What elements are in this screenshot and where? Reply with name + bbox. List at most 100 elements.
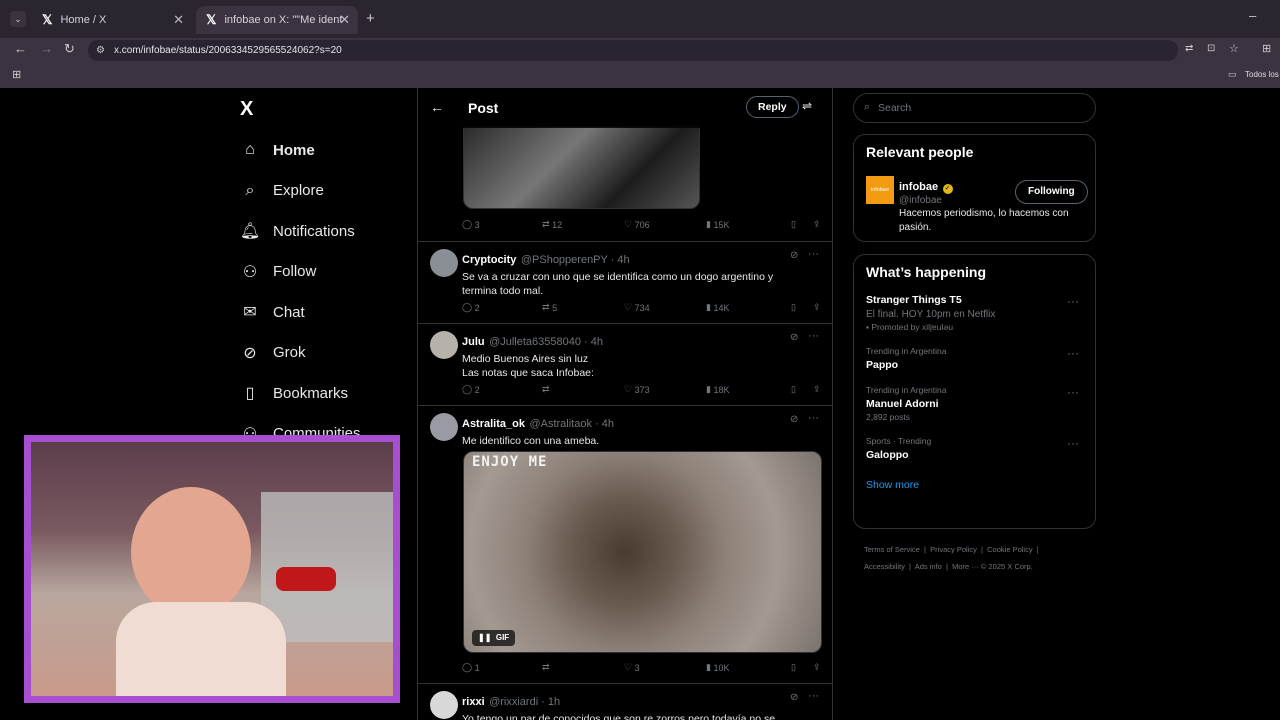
extensions-icon[interactable]: ⊞ <box>1262 42 1271 55</box>
sidebar-item-bookmarks[interactable]: ▯ Bookmarks <box>240 373 410 414</box>
repost-action[interactable]: ⇄ <box>542 662 624 673</box>
author-name[interactable]: Astralita_ok <box>462 418 525 430</box>
trend-item[interactable]: Stranger Things T5 El final. HOY 10pm en… <box>854 294 1095 332</box>
bookmark-icon[interactable]: ▯ <box>791 662 813 673</box>
reply-action[interactable]: ◯ 2 <box>462 384 542 395</box>
share-icon[interactable]: ⇪ <box>813 662 821 673</box>
reload-icon[interactable]: ↻ <box>64 41 75 57</box>
more-icon[interactable]: ··· <box>808 690 819 702</box>
grok-icon[interactable]: ⊘ <box>790 414 798 425</box>
person-name[interactable]: infobae <box>899 181 938 193</box>
avatar[interactable] <box>430 249 458 277</box>
reply-tweet[interactable]: rixxi @rixxiardi · 1h Yo tengo un par de… <box>418 684 832 720</box>
repost-action[interactable]: ⇄ <box>542 384 624 395</box>
more-icon[interactable]: ··· <box>808 412 819 424</box>
infobae-avatar[interactable]: infobae <box>866 176 894 204</box>
back-icon[interactable]: ← <box>14 41 27 56</box>
footer-link[interactable]: Accessibility <box>864 562 905 571</box>
tab-home[interactable]: 𝕏 Home / X ✕ <box>32 6 192 34</box>
author-name[interactable]: Cryptocity <box>462 254 516 266</box>
tab-post[interactable]: 𝕏 infobae on X: ""Me identifico c ✕ <box>196 6 358 34</box>
url-bar[interactable]: ⚙ x.com/infobae/status/20063345295655240… <box>88 40 1178 61</box>
reply-action[interactable]: ◯ 1 <box>462 662 542 673</box>
settings-icon[interactable]: ⇌ <box>802 99 812 113</box>
trend-item[interactable]: Sports · Trending Galoppo ··· <box>854 436 1095 461</box>
show-more-link[interactable]: Show more <box>854 475 1095 495</box>
footer-link[interactable]: Ads info <box>915 562 942 571</box>
trend-item[interactable]: Trending in Argentina Manuel Adorni 2,89… <box>854 385 1095 422</box>
reply-action[interactable]: ◯ 2 <box>462 302 542 313</box>
post-media-image[interactable] <box>463 126 700 209</box>
sidebar-item-home[interactable]: ⌂ Home <box>240 130 410 171</box>
footer-link[interactable]: More ··· <box>952 562 979 571</box>
like-action[interactable]: ♡ 734 <box>624 302 706 313</box>
repost-action[interactable]: ⇄ 5 <box>542 302 624 313</box>
site-info-icon[interactable]: ⚙ <box>96 40 105 61</box>
close-icon[interactable]: ✕ <box>173 12 184 28</box>
bookmark-icon[interactable]: ▯ <box>791 302 813 313</box>
share-icon[interactable]: ⇪ <box>813 384 821 395</box>
sidebar-item-explore[interactable]: ⌕ Explore <box>240 171 410 212</box>
views-action[interactable]: ▮ 18K <box>706 384 791 395</box>
translate-icon[interactable]: ⇄ <box>1185 43 1193 54</box>
person-handle[interactable]: @infobae <box>899 195 953 206</box>
author-name[interactable]: Julu <box>462 336 485 348</box>
sidebar-item-notifications[interactable]: 🔔︎ Notifications <box>240 211 410 252</box>
author-handle[interactable]: @Julleta63558040 · 4h <box>489 336 603 348</box>
gif-badge[interactable]: ❚❚ GIF <box>472 630 516 646</box>
forward-icon[interactable]: → <box>40 41 53 56</box>
star-icon[interactable]: ☆ <box>1229 42 1239 55</box>
grok-icon[interactable]: ⊘ <box>790 332 798 343</box>
grok-icon[interactable]: ⊘ <box>790 692 798 703</box>
bookmark-icon[interactable]: ▯ <box>791 219 813 230</box>
views-action[interactable]: ▮ 14K <box>706 302 791 313</box>
avatar[interactable] <box>430 691 458 719</box>
grok-icon[interactable]: ⊘ <box>790 250 798 261</box>
minimize-button[interactable]: – <box>1249 8 1256 23</box>
search-input[interactable]: ⌕ Search <box>853 93 1096 123</box>
footer-link[interactable]: Privacy Policy <box>930 545 977 554</box>
views-action[interactable]: ▮ 15K <box>706 219 791 230</box>
bookmark-icon[interactable]: ▯ <box>791 384 813 395</box>
reply-button[interactable]: Reply <box>746 96 799 118</box>
apps-icon[interactable]: ⊞ <box>12 68 21 81</box>
gif-media[interactable]: ENJOY ME ❚❚ GIF <box>463 451 822 653</box>
footer-link[interactable]: Terms of Service <box>864 545 920 554</box>
new-tab-button[interactable]: + <box>366 10 375 27</box>
trend-item[interactable]: Trending in Argentina Pappo ··· <box>854 346 1095 371</box>
author-name[interactable]: rixxi <box>462 696 485 708</box>
author-handle[interactable]: @Astralitaok · 4h <box>529 418 614 430</box>
reply-action[interactable]: ◯ 3 <box>462 219 542 230</box>
like-action[interactable]: ♡ 3 <box>624 662 706 673</box>
tab-search-button[interactable]: ⌄ <box>10 11 26 27</box>
avatar[interactable] <box>430 331 458 359</box>
following-button[interactable]: Following <box>1015 180 1088 204</box>
author-handle[interactable]: @PShopperenPY · 4h <box>521 254 630 266</box>
reply-tweet[interactable]: Julu @Julleta63558040 · 4h Medio Buenos … <box>418 324 832 406</box>
more-icon[interactable]: ··· <box>808 248 819 260</box>
sidebar-item-chat[interactable]: ✉ Chat <box>240 292 410 333</box>
more-icon[interactable]: ··· <box>1067 294 1079 308</box>
author-handle[interactable]: @rixxiardi · 1h <box>489 696 560 708</box>
bookmarks-folder[interactable]: Todos los <box>1245 70 1279 79</box>
more-icon[interactable]: ··· <box>1067 385 1079 399</box>
more-icon[interactable]: ··· <box>1067 346 1079 360</box>
avatar[interactable] <box>430 413 458 441</box>
x-logo[interactable]: X <box>240 88 410 130</box>
reply-tweet[interactable]: Cryptocity @PShopperenPY · 4h Se va a cr… <box>418 242 832 324</box>
like-action[interactable]: ♡ 706 <box>624 219 706 230</box>
close-icon[interactable]: ✕ <box>339 12 350 28</box>
repost-action[interactable]: ⇄ 12 <box>542 219 624 230</box>
footer-link[interactable]: Cookie Policy <box>987 545 1032 554</box>
share-icon[interactable]: ⇪ <box>813 302 821 313</box>
like-action[interactable]: ♡ 373 <box>624 384 706 395</box>
sidebar-item-grok[interactable]: ⊘ Grok <box>240 333 410 374</box>
share-icon[interactable]: ⇪ <box>813 219 821 230</box>
more-icon[interactable]: ··· <box>808 330 819 342</box>
install-icon[interactable]: ⊡ <box>1207 43 1215 54</box>
back-arrow-icon[interactable]: ← <box>430 99 444 115</box>
views-action[interactable]: ▮ 10K <box>706 662 791 673</box>
sidebar-item-follow[interactable]: ⚇ Follow <box>240 252 410 293</box>
more-icon[interactable]: ··· <box>1067 436 1079 450</box>
reply-tweet[interactable]: Astralita_ok @Astralitaok · 4h Me identi… <box>418 406 832 684</box>
